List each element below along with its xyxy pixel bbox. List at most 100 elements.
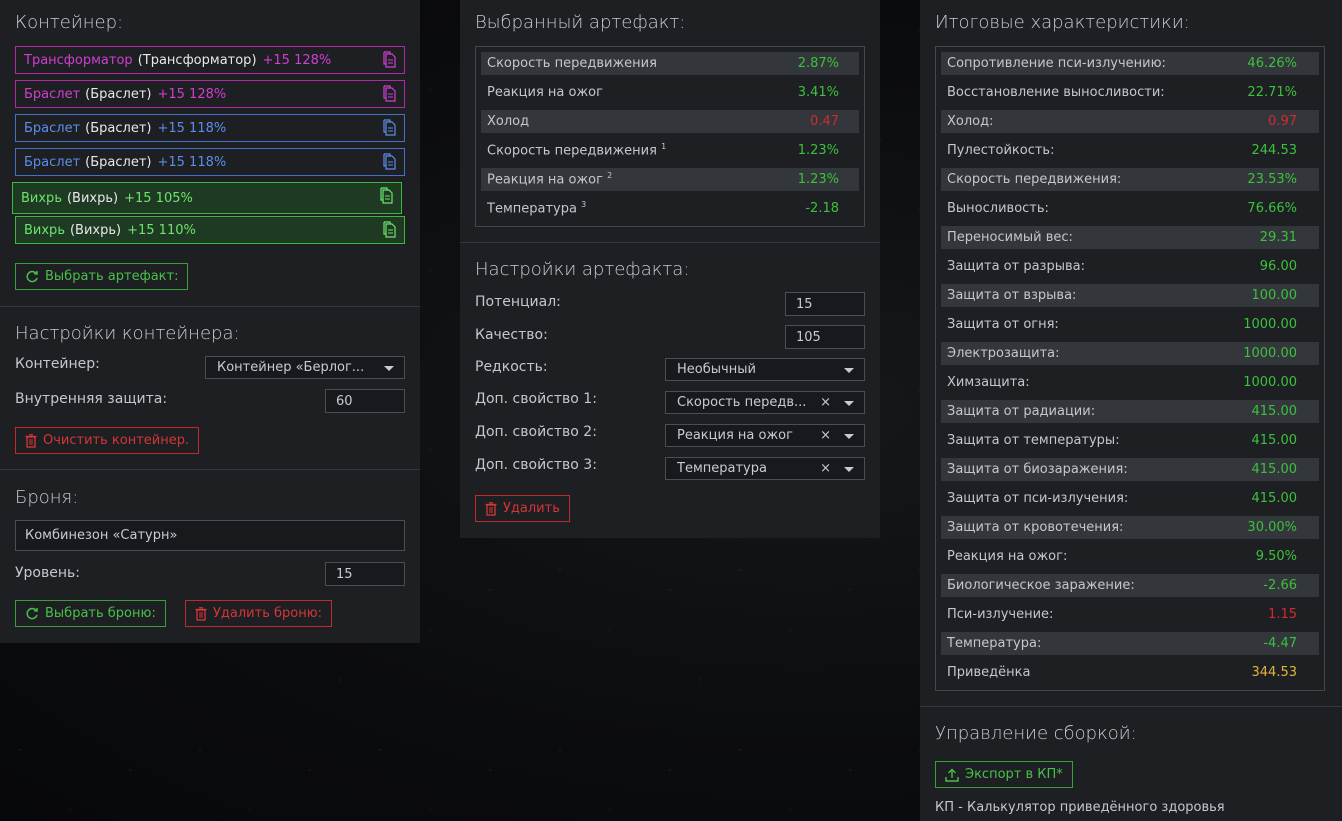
total-stat-row: Восстановление выносливости: 22.71% <box>941 81 1319 104</box>
artifact-slot[interactable]: Браслет (Браслет) +15 118% <box>15 148 405 176</box>
artifact-stat-row: Температура 3 -2.18 <box>481 197 859 220</box>
export-button[interactable]: Экспорт в КП* <box>935 761 1073 788</box>
potential-input[interactable]: 15 <box>785 292 865 316</box>
extra3-select[interactable]: Температура × <box>665 457 865 480</box>
total-stat-name: Холод: <box>947 114 994 129</box>
rarity-select[interactable]: Необычный <box>665 358 865 381</box>
artifact-slot[interactable]: Браслет (Браслет) +15 118% <box>15 114 405 142</box>
total-stat-name: Сопротивление пси-излучению: <box>947 56 1166 71</box>
totals-table: Сопротивление пси-излучению: 46.26% Восста… <box>935 46 1325 691</box>
artifact-slot-bonus: +15 110% <box>127 222 196 238</box>
build-title: Управление сборкой: <box>935 723 1137 744</box>
total-stat-value: 415.00 <box>1251 462 1298 477</box>
total-stat-value: 76.66% <box>1247 201 1297 216</box>
artifact-stat-name: Скорость передвижения 1 <box>487 142 666 158</box>
container-title: Контейнер: <box>15 12 124 33</box>
total-stat-name: Реакция на ожог: <box>947 549 1068 564</box>
upload-icon <box>945 768 959 782</box>
total-stat-name: Защита от пси-излучения: <box>947 491 1129 506</box>
quality-input[interactable]: 105 <box>785 325 865 349</box>
armor-field[interactable]: Комбинезон «Сатурн» <box>15 520 405 551</box>
select-artifact-button[interactable]: Выбрать артефакт: <box>15 263 189 290</box>
artifact-slot-bonus: +15 105% <box>124 190 193 206</box>
chevron-down-icon <box>844 401 854 406</box>
chevron-down-icon <box>844 434 854 439</box>
artifact-slot[interactable]: Вихрь (Вихрь) +15 105% <box>12 182 402 214</box>
container-select-value: Контейнер «Берлог... <box>217 360 365 375</box>
artifact-slot-name: Браслет <box>24 120 81 136</box>
total-stat-row: Скорость передвижения: 23.53% <box>941 168 1319 191</box>
artifact-slot-type: (Трансформатор) <box>137 52 257 68</box>
total-stat-name: Переносимый вес: <box>947 230 1073 245</box>
total-stat-value: 244.53 <box>1251 143 1298 158</box>
select-armor-button[interactable]: Выбрать броню: <box>15 600 166 627</box>
artifact-stat-index: 2 <box>607 171 613 181</box>
total-stat-value: 1000.00 <box>1243 317 1297 332</box>
refresh-icon <box>26 270 38 282</box>
total-stat-name: Скорость передвижения: <box>947 172 1122 187</box>
container-select[interactable]: Контейнер «Берлог... <box>205 356 405 379</box>
extra2-select[interactable]: Реакция на ожог × <box>665 424 865 447</box>
artifact-slot[interactable]: Вихрь (Вихрь) +15 110% <box>15 216 405 244</box>
export-label: Экспорт в КП* <box>965 767 1063 782</box>
extra3-label: Доп. свойство 3: <box>475 457 597 473</box>
total-stat-name: Защита от огня: <box>947 317 1059 332</box>
total-stat-row: Электрозащита: 1000.00 <box>941 342 1319 365</box>
total-stat-name: Пулестойкость: <box>947 143 1055 158</box>
total-stat-row: Холод: 0.97 <box>941 110 1319 133</box>
middle-panel: Выбранный артефакт: Скорость передвижени… <box>460 0 880 538</box>
clear-icon[interactable]: × <box>820 395 831 410</box>
chevron-down-icon <box>844 467 854 472</box>
copy-icon[interactable] <box>383 153 397 170</box>
copy-icon[interactable] <box>383 51 397 68</box>
extra2-select-value: Реакция на ожог <box>677 428 793 443</box>
armor-title: Броня: <box>15 487 79 508</box>
artifact-stat-name-text: Реакция на ожог <box>487 85 603 100</box>
total-stat-name: Биологическое заражение: <box>947 578 1135 593</box>
copy-icon[interactable] <box>383 221 397 238</box>
clear-icon[interactable]: × <box>820 461 831 476</box>
total-stat-name: Температура: <box>947 636 1042 651</box>
artifact-slot-name: Трансформатор <box>24 52 133 68</box>
total-stat-row: Температура: -4.47 <box>941 632 1319 655</box>
total-stat-value: -2.66 <box>1263 578 1297 593</box>
artifact-stat-row: Скорость передвижения 1 1.23% <box>481 139 859 162</box>
total-stat-row: Реакция на ожог: 9.50% <box>941 545 1319 568</box>
total-stat-row: Переносимый вес: 29.31 <box>941 226 1319 249</box>
total-stat-value: 46.26% <box>1247 56 1297 71</box>
artifact-slot[interactable]: Браслет (Браслет) +15 128% <box>15 80 405 108</box>
copy-icon[interactable] <box>380 187 394 204</box>
copy-icon[interactable] <box>383 85 397 102</box>
clear-icon[interactable]: × <box>820 428 831 443</box>
divider <box>920 706 1342 707</box>
total-stat-row: Пси-излучение: 1.15 <box>941 603 1319 626</box>
extra1-select-value: Скорость передв... <box>677 395 807 410</box>
chevron-down-icon <box>384 366 394 371</box>
artifact-stat-name-text: Холод <box>487 114 530 129</box>
extra1-select[interactable]: Скорость передв... × <box>665 391 865 414</box>
totals-title: Итоговые характеристики: <box>935 12 1190 33</box>
clear-container-button[interactable]: Очистить контейнер. <box>15 427 200 454</box>
delete-armor-button[interactable]: Удалить броню: <box>185 600 333 627</box>
artifact-stat-value: 0.47 <box>810 114 839 129</box>
total-stat-value: 1.15 <box>1268 607 1297 622</box>
total-stat-row: Биологическое заражение: -2.66 <box>941 574 1319 597</box>
inner-protection-input[interactable]: 60 <box>325 389 405 413</box>
copy-icon[interactable] <box>383 119 397 136</box>
armor-level-input[interactable]: 15 <box>325 562 405 586</box>
artifact-stat-value: 1.23% <box>797 172 839 187</box>
total-stat-row: Защита от радиации: 415.00 <box>941 400 1319 423</box>
total-stat-name: Защита от радиации: <box>947 404 1096 419</box>
artifact-stat-name: Реакция на ожог <box>487 85 603 100</box>
delete-artifact-button[interactable]: Удалить <box>475 495 570 522</box>
total-stat-row: Защита от температуры: 415.00 <box>941 429 1319 452</box>
artifact-stat-index: 3 <box>581 200 587 210</box>
artifact-slot-bonus: +15 118% <box>157 120 227 136</box>
artifact-slot[interactable]: Трансформатор (Трансформатор) +15 128% <box>15 46 405 74</box>
build-note: КП - Калькулятор приведённого здоровья <box>935 800 1225 815</box>
total-stat-value: 344.53 <box>1251 665 1298 680</box>
total-stat-name: Химзащита: <box>947 375 1030 390</box>
divider <box>460 242 880 243</box>
artifact-stat-name: Скорость передвижения <box>487 56 657 71</box>
artifact-slot-type: (Браслет) <box>85 120 152 136</box>
